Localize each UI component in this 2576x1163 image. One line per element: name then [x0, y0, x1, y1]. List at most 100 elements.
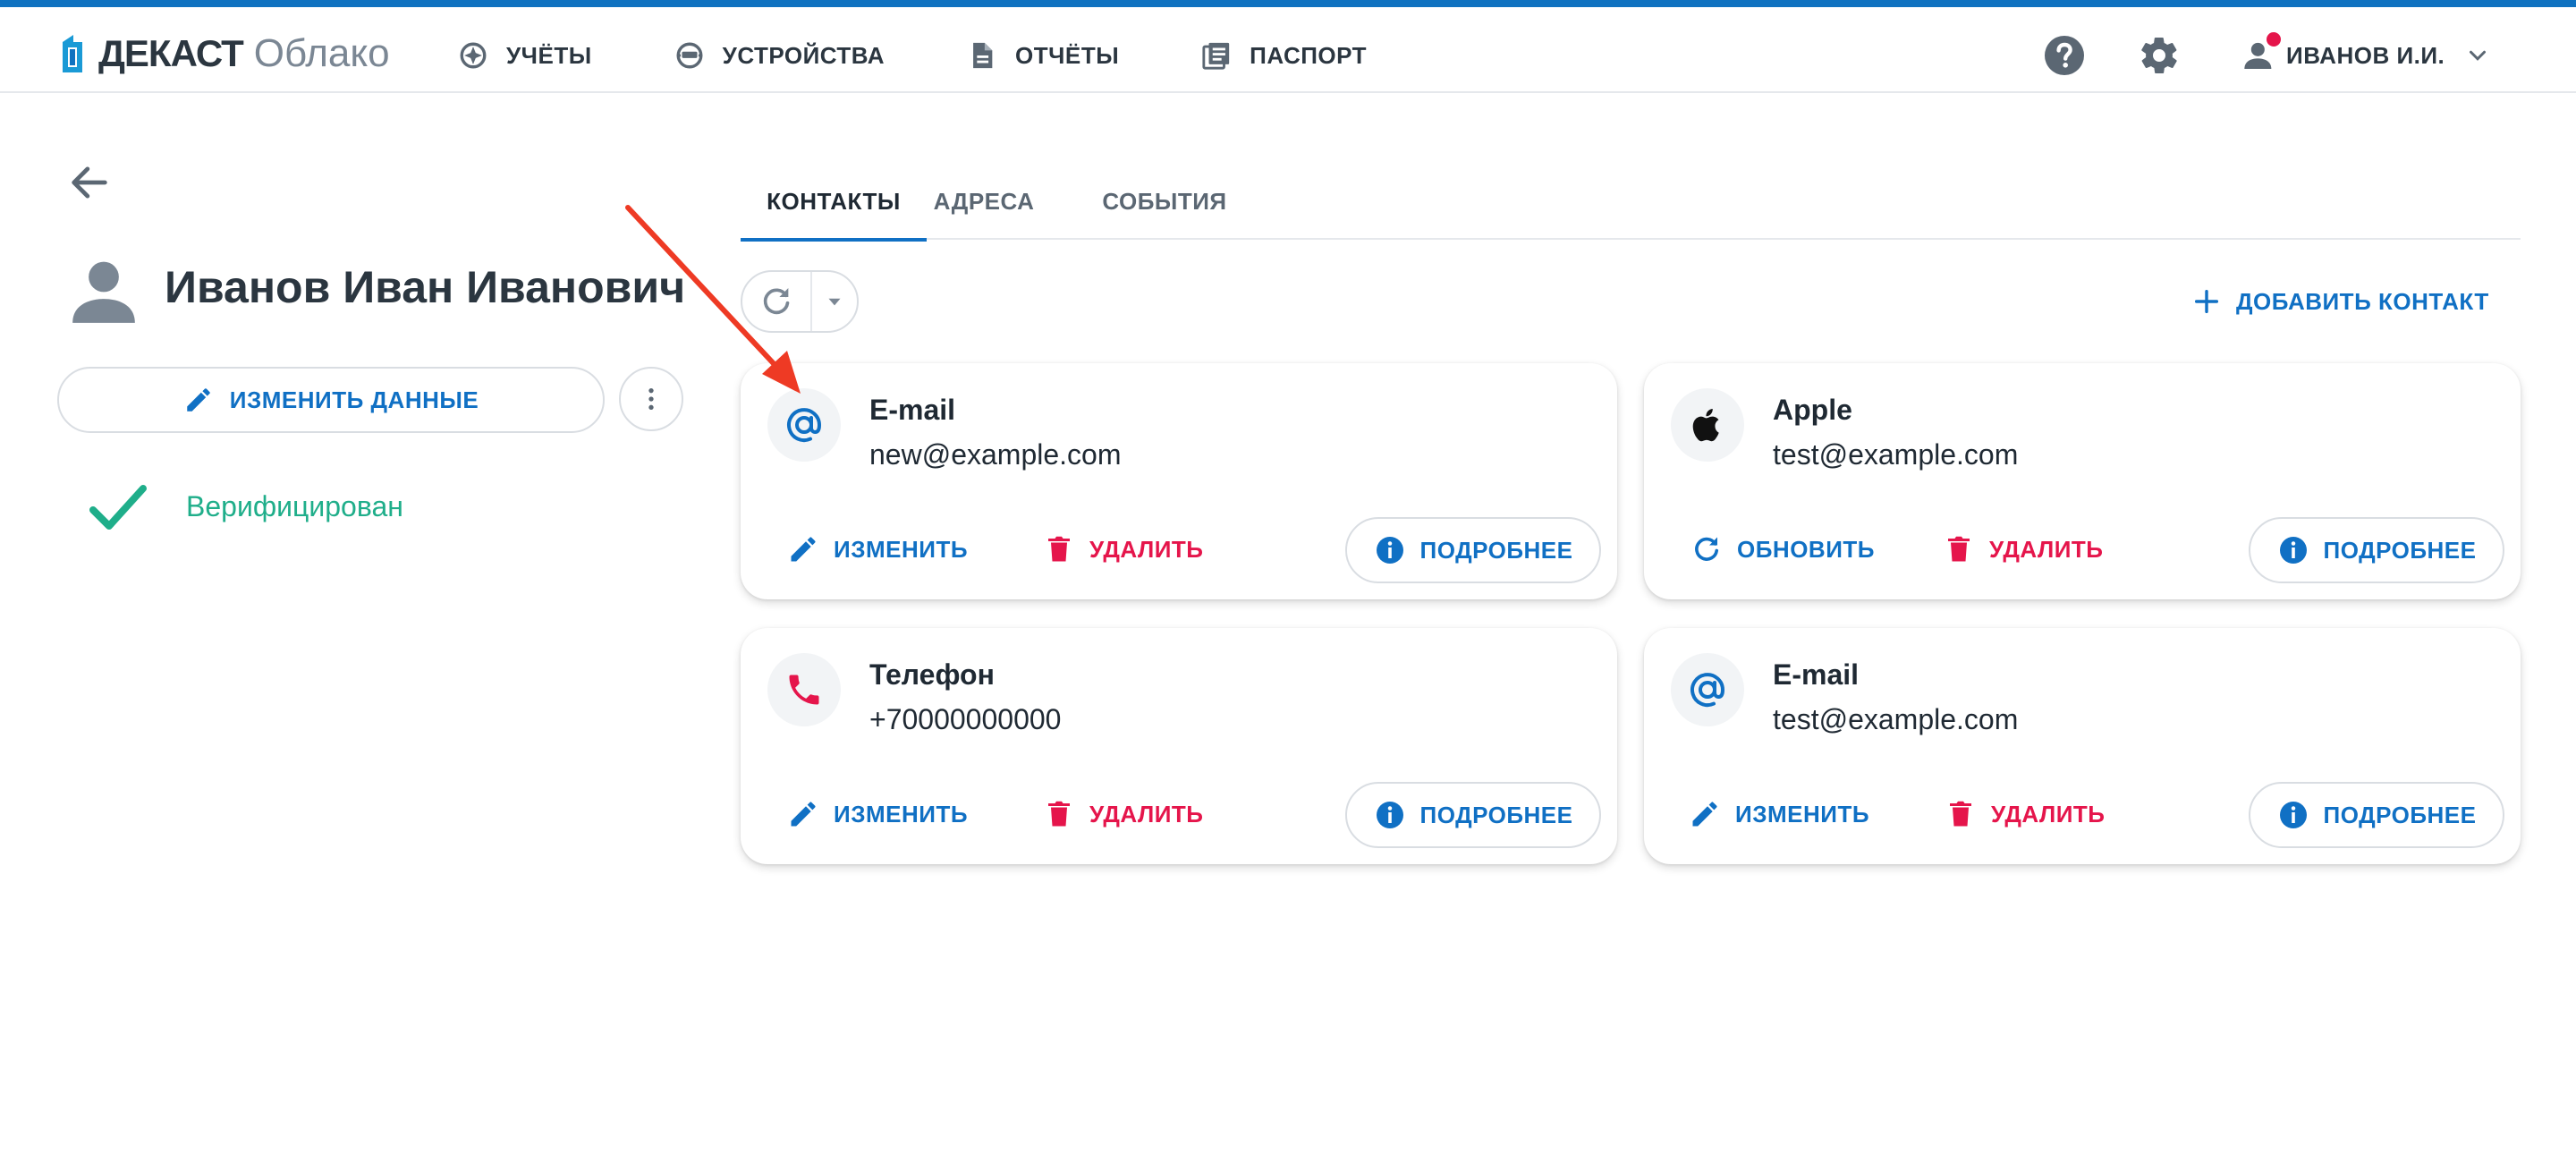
- contact-card: E-mail new@example.com ИЗМЕНИТЬ УДАЛИТЬ …: [741, 363, 1617, 599]
- user-menu[interactable]: ИВАНОВ И.И.: [2241, 29, 2491, 82]
- person-name: Иванов Иван Иванович: [165, 262, 686, 312]
- tab-label: КОНТАКТЫ: [767, 187, 901, 215]
- delete-label: УДАЛИТЬ: [1989, 535, 2104, 563]
- nav-item-accounts[interactable]: УЧЁТЫ: [458, 32, 592, 79]
- refresh-label: ОБНОВИТЬ: [1737, 535, 1875, 563]
- edit-button[interactable]: ИЗМЕНИТЬ: [1689, 782, 1869, 846]
- chevron-down-icon: [2470, 50, 2487, 61]
- info-icon: [1376, 802, 1403, 828]
- delete-label: УДАЛИТЬ: [1089, 535, 1204, 563]
- nav-item-devices[interactable]: УСТРОЙСТВА: [674, 32, 885, 79]
- apple-icon: [1692, 408, 1719, 442]
- more-options-button[interactable]: [619, 367, 683, 431]
- contact-avatar: [767, 653, 841, 726]
- tab-addresses[interactable]: АДРЕСА: [930, 163, 1038, 240]
- nav-item-passport[interactable]: ПАСПОРТ: [1201, 32, 1367, 79]
- refresh-icon: [763, 288, 790, 315]
- details-label: ПОДРОБНЕЕ: [1419, 536, 1573, 564]
- gear-icon[interactable]: [2138, 34, 2181, 77]
- details-button[interactable]: ПОДРОБНЕЕ: [2249, 782, 2504, 848]
- info-icon: [2279, 537, 2307, 564]
- nav-label: УСТРОЙСТВА: [722, 41, 886, 69]
- checkmark-icon: [89, 485, 147, 530]
- pencil-icon: [187, 388, 210, 412]
- details-button[interactable]: ПОДРОБНЕЕ: [1345, 782, 1601, 848]
- contact-avatar: [767, 388, 841, 462]
- details-label: ПОДРОБНЕЕ: [1419, 801, 1573, 828]
- pencil-icon: [1692, 802, 1717, 827]
- edit-label: ИЗМЕНИТЬ: [834, 535, 969, 563]
- logo-mark-icon: [63, 35, 82, 72]
- tab-bar: КОНТАКТЫ АДРЕСА СОБЫТИЯ: [741, 163, 2521, 242]
- contact-avatar: [1671, 653, 1744, 726]
- delete-button[interactable]: УДАЛИТЬ: [1043, 782, 1203, 846]
- trash-icon: [1950, 801, 1971, 827]
- contact-card: E-mail test@example.com ИЗМЕНИТЬ УДАЛИТЬ…: [1644, 628, 2521, 864]
- devices-icon: [676, 42, 703, 69]
- delete-label: УДАЛИТЬ: [1991, 800, 2106, 828]
- nav-label: ПАСПОРТ: [1250, 41, 1368, 69]
- more-vert-icon: [648, 388, 654, 410]
- details-button[interactable]: ПОДРОБНЕЕ: [1345, 517, 1601, 583]
- back-arrow-icon[interactable]: [66, 159, 113, 206]
- refresh-split-button: [741, 270, 859, 333]
- delete-button[interactable]: УДАЛИТЬ: [1043, 517, 1203, 582]
- contact-value: test@example.com: [1773, 438, 2019, 471]
- notification-dot: [2267, 32, 2281, 47]
- contact-card: Apple test@example.com ОБНОВИТЬ УДАЛИТЬ …: [1644, 363, 2521, 599]
- edit-label: ИЗМЕНИТЬ: [1735, 800, 1870, 828]
- pencil-icon: [791, 537, 816, 562]
- tab-label: АДРЕСА: [933, 187, 1035, 215]
- top-accent-bar: [0, 0, 2576, 7]
- at-icon: [787, 408, 822, 443]
- trash-icon: [1048, 536, 1070, 562]
- verification-status: Верифицирован: [186, 490, 403, 522]
- contact-type: Apple: [1773, 394, 1852, 426]
- details-button[interactable]: ПОДРОБНЕЕ: [2249, 517, 2504, 583]
- refresh-button[interactable]: [742, 272, 812, 331]
- person-icon: [72, 261, 135, 323]
- contact-avatar: [1671, 388, 1744, 462]
- pencil-icon: [791, 802, 816, 827]
- at-icon: [1690, 673, 1725, 708]
- nav-label: УЧЁТЫ: [506, 41, 592, 69]
- contact-value: test@example.com: [1773, 703, 2019, 735]
- contact-card: Телефон +70000000000 ИЗМЕНИТЬ УДАЛИТЬ ПО…: [741, 628, 1617, 864]
- trash-icon: [1048, 801, 1070, 827]
- delete-button[interactable]: УДАЛИТЬ: [1945, 782, 2105, 846]
- trash-icon: [1948, 536, 1970, 562]
- nav-item-reports[interactable]: ОТЧЁТЫ: [967, 32, 1119, 79]
- reports-icon: [973, 42, 993, 69]
- contact-type: Телефон: [869, 658, 995, 691]
- help-icon[interactable]: [2043, 34, 2086, 77]
- edit-button[interactable]: ИЗМЕНИТЬ: [787, 782, 968, 846]
- edit-data-button[interactable]: ИЗМЕНИТЬ ДАННЫЕ: [57, 367, 605, 433]
- delete-button[interactable]: УДАЛИТЬ: [1943, 517, 2103, 582]
- refresh-contact-button[interactable]: ОБНОВИТЬ: [1690, 517, 1875, 582]
- contact-type: E-mail: [1773, 658, 1860, 691]
- delete-label: УДАЛИТЬ: [1089, 800, 1204, 828]
- contact-type: E-mail: [869, 394, 956, 426]
- details-label: ПОДРОБНЕЕ: [2323, 801, 2477, 828]
- info-icon: [1376, 537, 1403, 564]
- main-nav: УЧЁТЫ УСТРОЙСТВА ОТЧЁТЫ ПАСПОРТ: [458, 32, 1449, 79]
- phone-icon: [789, 675, 819, 705]
- edit-label: ИЗМЕНИТЬ: [834, 800, 969, 828]
- tab-contacts[interactable]: КОНТАКТЫ: [741, 163, 927, 242]
- add-contact-button[interactable]: ДОБАВИТЬ КОНТАКТ: [2191, 277, 2489, 326]
- logo-subtext: Облако: [253, 31, 390, 75]
- contact-value: +70000000000: [869, 703, 1062, 735]
- tab-label: СОБЫТИЯ: [1102, 187, 1227, 215]
- caret-down-icon: [828, 298, 841, 306]
- nav-label: ОТЧЁТЫ: [1015, 41, 1120, 69]
- logo-text: ДЕКАСТ: [98, 32, 244, 74]
- refresh-icon: [1695, 537, 1719, 561]
- edit-button[interactable]: ИЗМЕНИТЬ: [787, 517, 968, 582]
- app-header: ДЕКАСТ Облако УЧЁТЫ УСТРОЙСТВА ОТЧЁТЫ ПА…: [0, 7, 2576, 93]
- tab-events[interactable]: СОБЫТИЯ: [1102, 163, 1227, 240]
- contact-value: new@example.com: [869, 438, 1122, 471]
- refresh-dropdown-button[interactable]: [812, 272, 857, 331]
- details-label: ПОДРОБНЕЕ: [2323, 536, 2477, 564]
- edit-data-label: ИЗМЕНИТЬ ДАННЫЕ: [229, 386, 479, 413]
- app-logo[interactable]: ДЕКАСТ Облако: [59, 29, 390, 79]
